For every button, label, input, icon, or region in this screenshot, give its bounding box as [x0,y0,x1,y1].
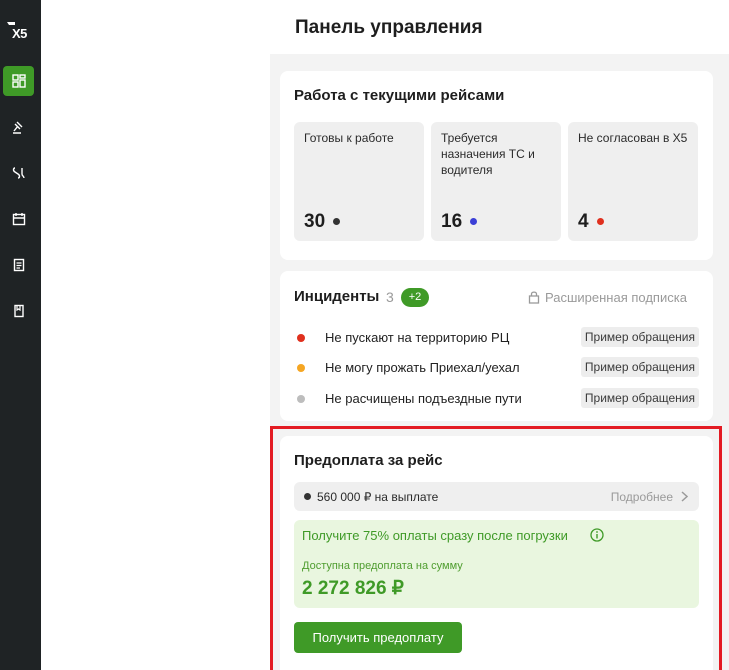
status-dot [597,218,604,225]
incident-text: Не расчищены подъездные пути [325,391,522,406]
tile-count: 4 [578,211,589,232]
sidebar-item-dashboard[interactable] [3,66,34,96]
status-dot [297,395,305,403]
tile-count: 30 [304,211,326,232]
tile-count: 16 [441,211,463,232]
tile-label: Не согласован в Х5 [578,131,688,145]
incident-text: Не пускают на территорию РЦ [325,330,510,345]
logo-text: X5 [12,26,27,41]
list-item[interactable]: Не расчищены подъездные пути Пример обра… [297,388,699,410]
example-tag: Пример обращения [580,327,699,347]
sidebar-item-auction[interactable] [3,112,34,142]
gavel-icon [12,121,22,134]
list-item[interactable]: Не могу прожать Приехал/уехал Пример обр… [297,357,699,379]
sidebar-item-documents[interactable] [3,250,34,280]
incidents-count: 3 [386,289,394,305]
status-dot [470,218,477,225]
highlight-frame [270,426,722,670]
route-icon [12,167,25,179]
x5-logo[interactable]: X5 [6,20,36,44]
list-item[interactable]: Не пускают на территорию РЦ Пример обращ… [297,327,699,349]
incident-text: Не могу прожать Приехал/уехал [325,360,520,375]
tile-label: Готовы к работе [304,131,394,145]
sidebar-item-routes[interactable] [3,158,34,188]
incidents-new-badge: +2 [401,288,429,307]
incidents-title: Инциденты [294,288,380,305]
page-title: Панель управления [295,17,483,38]
sidebar-item-calendar[interactable] [3,204,34,234]
lock-icon [528,291,540,304]
tile-label: Требуется назначения ТС и водителя [441,131,535,177]
empty-panel [41,0,270,670]
example-tag: Пример обращения [580,388,699,408]
book-icon [13,304,24,318]
sidebar-item-guide[interactable] [3,296,34,326]
status-dot [333,218,340,225]
dashboard-icon [11,74,26,88]
trips-card-title: Работа с текущими рейсами [294,87,505,104]
sidebar: X5 [0,0,41,670]
example-tag: Пример обращения [580,357,699,377]
calendar-icon [12,213,25,226]
status-dot [297,364,305,372]
document-icon [13,258,24,272]
subscription-label[interactable]: Расширенная подписка [545,290,687,305]
status-dot [297,334,305,342]
